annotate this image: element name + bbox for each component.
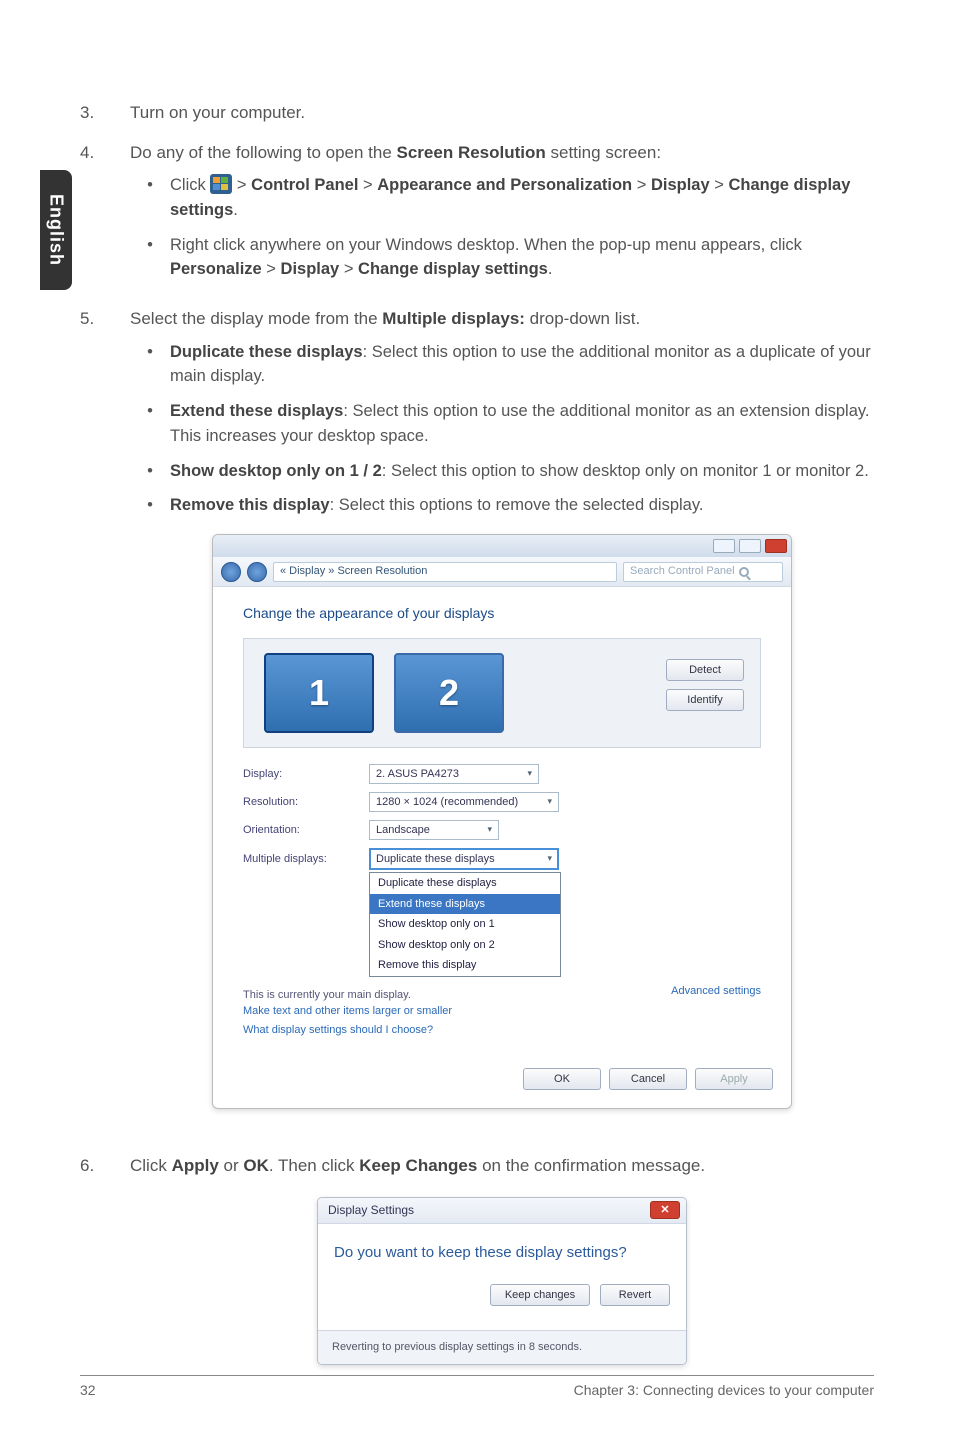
bullet-icon: • [130,399,170,449]
identify-button[interactable]: Identify [666,689,744,711]
bullet-icon: • [130,173,170,223]
titlebar [213,535,791,557]
revert-button[interactable]: Revert [600,1284,670,1306]
cancel-button[interactable]: Cancel [609,1068,687,1090]
monitor-2[interactable]: 2 [394,653,504,733]
dialog-title: Display Settings [328,1201,414,1219]
countdown-text: Reverting to previous display settings i… [318,1330,686,1364]
dropdown-option[interactable]: Extend these displays [370,894,560,915]
dropdown-option[interactable]: Duplicate these displays [370,873,560,894]
search-input[interactable]: Search Control Panel [623,562,783,582]
bullet-text: Show desktop only on 1 / 2: Select this … [170,459,874,484]
breadcrumb[interactable]: « Display » Screen Resolution [273,562,617,582]
orientation-dropdown[interactable]: Landscape▾ [369,820,499,840]
step-number: 5. [80,306,130,1139]
display-label: Display: [243,766,353,783]
display-dropdown[interactable]: 2. ASUS PA4273▾ [369,764,539,784]
maximize-button[interactable] [739,539,761,553]
bullet-text: Duplicate these displays: Select this op… [170,340,874,390]
multiple-displays-options: Duplicate these displays Extend these di… [369,872,561,977]
page-number: 32 [80,1382,96,1398]
step-text: Turn on your computer. [130,100,874,126]
bullet-text: Extend these displays: Select this optio… [170,399,874,449]
orientation-label: Orientation: [243,822,353,839]
chevron-down-icon: ▾ [527,767,532,781]
step-number: 4. [80,140,130,293]
dialog-question: Do you want to keep these display settin… [334,1242,670,1265]
step-number: 3. [80,100,130,126]
dropdown-option[interactable]: Show desktop only on 1 [370,914,560,935]
language-tab-label: English [46,194,67,266]
close-button[interactable] [765,539,787,553]
chevron-down-icon: ▾ [547,852,552,866]
screen-resolution-dialog: « Display » Screen Resolution Search Con… [212,534,792,1109]
resolution-dropdown[interactable]: 1280 × 1024 (recommended)▾ [369,792,559,812]
forward-button[interactable] [247,562,267,582]
advanced-settings-link[interactable]: Advanced settings [671,983,761,1000]
bullet-icon: • [130,493,170,518]
step-intro: Select the display mode from the Multipl… [130,309,640,328]
main-display-note: This is currently your main display. [243,989,411,1001]
chapter-title: Chapter 3: Connecting devices to your co… [574,1382,874,1398]
resolution-label: Resolution: [243,794,353,811]
page-footer: 32 Chapter 3: Connecting devices to your… [80,1375,874,1398]
multiple-displays-dropdown[interactable]: Duplicate these displays▾ [369,848,559,870]
text-size-link[interactable]: Make text and other items larger or smal… [243,1003,452,1020]
bullet-text: Remove this display: Select this options… [170,493,874,518]
address-bar: « Display » Screen Resolution Search Con… [213,557,791,587]
step-number: 6. [80,1153,130,1405]
search-icon [739,567,749,577]
monitor-1[interactable]: 1 [264,653,374,733]
minimize-button[interactable] [713,539,735,553]
bullet-text: Click > Control Panel > Appearance and P… [170,173,874,223]
dialog-links: This is currently your main display. Mak… [243,987,452,1041]
close-button[interactable]: ✕ [650,1201,680,1219]
bullet-icon: • [130,459,170,484]
dropdown-option[interactable]: Remove this display [370,955,560,976]
bullet-icon: • [130,233,170,283]
bullet-icon: • [130,340,170,390]
start-icon [210,174,232,194]
step-text: Click Apply or OK. Then click Keep Chang… [130,1156,705,1175]
language-tab: English [40,170,72,290]
detect-button[interactable]: Detect [666,659,744,681]
back-button[interactable] [221,562,241,582]
dropdown-option[interactable]: Show desktop only on 2 [370,935,560,956]
ok-button[interactable]: OK [523,1068,601,1090]
apply-button[interactable]: Apply [695,1068,773,1090]
monitor-arrangement[interactable]: 1 2 Detect Identify [243,638,761,748]
dialog-heading: Change the appearance of your displays [243,603,761,624]
chevron-down-icon: ▾ [487,823,492,837]
keep-changes-button[interactable]: Keep changes [490,1284,590,1306]
display-settings-dialog: Display Settings ✕ Do you want to keep t… [317,1197,687,1365]
chevron-down-icon: ▾ [547,795,552,809]
bullet-text: Right click anywhere on your Windows des… [170,233,874,283]
multiple-displays-label: Multiple displays: [243,851,353,868]
step-intro: Do any of the following to open the Scre… [130,143,661,162]
titlebar: Display Settings ✕ [318,1198,686,1224]
help-link[interactable]: What display settings should I choose? [243,1022,452,1039]
